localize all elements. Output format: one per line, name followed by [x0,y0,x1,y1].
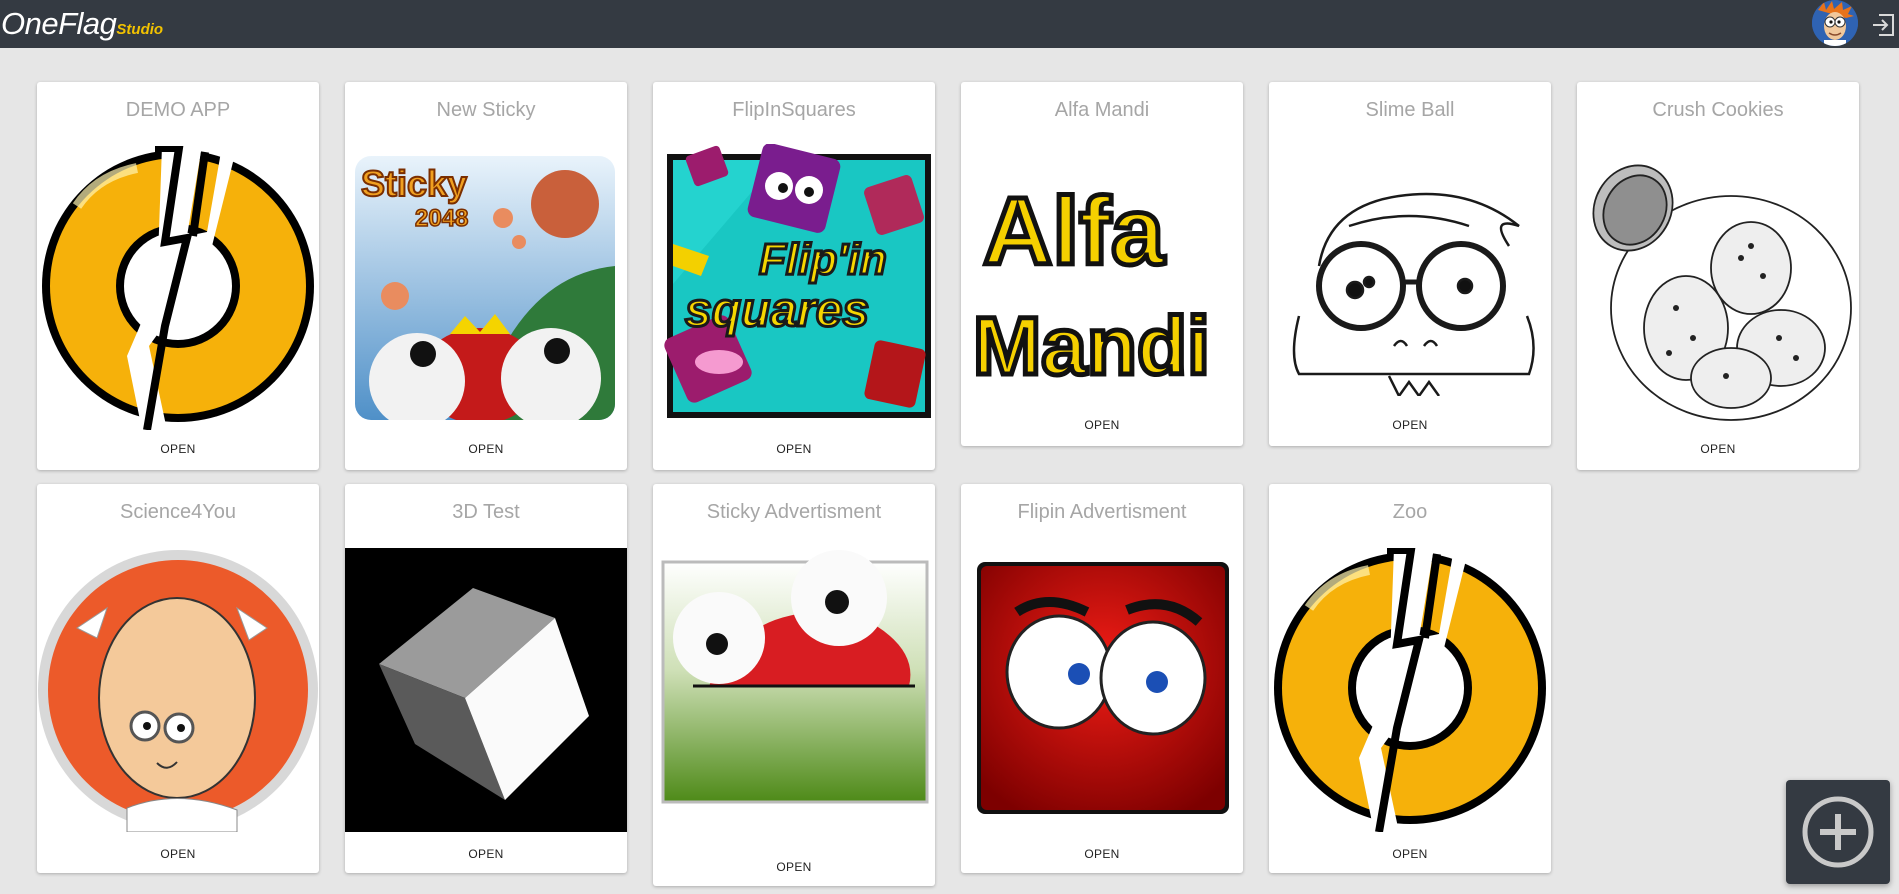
card-title: Flipin Advertisment [1017,501,1187,523]
project-card-sticky-advertisment[interactable]: Sticky Advertisment OPEN [653,484,935,886]
brand-logo[interactable]: OneFlagStudio [1,6,163,48]
open-button[interactable]: OPEN [345,847,627,861]
card-title: DEMO APP [125,99,231,121]
sticky-ad-art [659,546,931,816]
sticky-2048-art: Sticky 2048 [355,156,615,420]
card-title: Sticky Advertisment [706,501,882,523]
brand-sub: Studio [116,21,164,38]
card-title: 3D Test [452,501,520,523]
flipin-ad-art [977,562,1229,814]
open-button[interactable]: OPEN [1269,847,1551,861]
open-button[interactable]: OPEN [653,860,935,874]
art-text-sticky: Sticky [361,163,467,204]
top-bar: OneFlagStudio [0,0,1899,48]
card-title: New Sticky [436,99,536,121]
open-button[interactable]: OPEN [1577,442,1859,456]
card-title: Slime Ball [1365,99,1455,121]
card-title: Science4You [119,501,237,523]
project-card-3d-test[interactable]: 3D Test OPEN [345,484,627,873]
open-button[interactable]: OPEN [37,847,319,861]
slime-ball-sketch [1289,186,1539,396]
oneflag-logo-icon [37,146,319,430]
project-card-crush-cookies[interactable]: Crush Cookies OPEN [1577,82,1859,470]
3d-cube-render [345,548,627,832]
card-title: Crush Cookies [1652,99,1784,121]
flipin-squares-art: Flip'in squares [659,144,931,428]
art-text-flipin: Flip'in [759,235,887,284]
user-avatar-icon[interactable] [1812,0,1858,46]
open-button[interactable]: OPEN [1269,418,1551,432]
project-card-slime-ball[interactable]: Slime Ball OPEN [1269,82,1551,446]
art-text-squares: squares [685,284,869,337]
art-text-2048: 2048 [415,205,468,232]
card-title: Zoo [1392,501,1428,523]
card-title: FlipInSquares [732,99,856,121]
logout-icon[interactable] [1870,12,1896,38]
add-project-button[interactable] [1786,780,1890,884]
open-button[interactable]: OPEN [961,418,1243,432]
add-circle-icon [1802,796,1874,868]
project-card-alfa-mandi[interactable]: Alfa Mandi Alfa Mandi OPEN [961,82,1243,446]
open-button[interactable]: OPEN [345,442,627,456]
project-card-science4you[interactable]: Science4You OPEN [37,484,319,873]
alfa-mandi-art: Alfa Mandi [967,144,1239,404]
oneflag-logo-icon [1269,548,1551,832]
scientist-avatar [37,548,319,832]
project-card-demo-app[interactable]: DEMO APP OPEN [37,82,319,470]
open-button[interactable]: OPEN [961,847,1243,861]
cookie-jar-sketch [1581,148,1857,428]
card-title: Alfa Mandi [1054,99,1150,121]
art-text-mandi: Mandi [973,301,1210,392]
project-card-flipinsquares[interactable]: FlipInSquares Flip'in squares OPEN [653,82,935,470]
open-button[interactable]: OPEN [37,442,319,456]
project-card-zoo[interactable]: Zoo OPEN [1269,484,1551,873]
project-card-new-sticky[interactable]: New Sticky Sticky 2048 OPEN [345,82,627,470]
art-text-alfa: Alfa [983,178,1165,285]
brand-main: OneFlag [1,6,117,41]
open-button[interactable]: OPEN [653,442,935,456]
project-card-flipin-advertisment[interactable]: Flipin Advertisment OPEN [961,484,1243,873]
